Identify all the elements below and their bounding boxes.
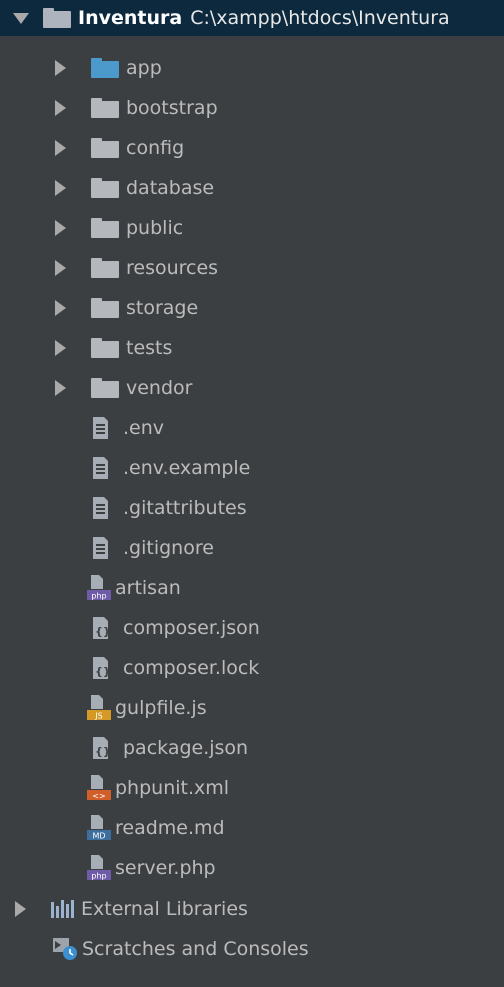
project-name: Inventura	[78, 7, 183, 29]
tree-item-label: vendor	[126, 377, 193, 399]
php-file-icon: php	[87, 855, 111, 881]
expand-arrow-icon[interactable]	[55, 140, 66, 156]
tree-item-label: public	[126, 217, 184, 239]
folder-blue-icon	[91, 58, 119, 78]
folder-icon	[43, 8, 71, 28]
tree-item-label: server.php	[115, 857, 216, 879]
folder-icon	[91, 258, 119, 278]
tree-item-scratches-and-consoles[interactable]: Scratches and Consoles	[0, 929, 504, 969]
tree-item-composer-json[interactable]: {} composer.json	[0, 608, 504, 648]
tree-item-label: resources	[126, 257, 219, 279]
tree-item-label: .gitignore	[123, 537, 214, 559]
tree-item-label: composer.json	[123, 617, 260, 639]
md-file-icon: MD	[87, 815, 111, 841]
project-tree: Inventura C:\xampp\htdocs\Inventura app b…	[0, 0, 504, 987]
expand-arrow-icon[interactable]	[55, 60, 66, 76]
libraries-icon	[51, 900, 74, 918]
expand-arrow-icon[interactable]	[13, 12, 29, 24]
tree-item-dot-gitignore[interactable]: .gitignore	[0, 528, 504, 568]
tree-item-label: package.json	[123, 737, 249, 759]
tree-item-label: artisan	[115, 577, 181, 599]
expand-arrow-icon[interactable]	[55, 220, 66, 236]
tree-root-inventura[interactable]: Inventura C:\xampp\htdocs\Inventura	[0, 0, 504, 36]
tree-item-label: app	[126, 57, 162, 79]
text-file-icon	[91, 415, 111, 441]
xml-file-icon: <>	[87, 775, 111, 801]
expand-arrow-icon[interactable]	[55, 300, 66, 316]
tree-item-label: gulpfile.js	[115, 697, 207, 719]
svg-text:MD: MD	[92, 832, 105, 841]
tree-item-label: tests	[126, 337, 173, 359]
svg-text:<>: <>	[92, 792, 105, 801]
tree-item-label: .env	[123, 417, 165, 439]
tree-item-vendor[interactable]: vendor	[0, 368, 504, 408]
tree-item-storage[interactable]: storage	[0, 288, 504, 328]
tree-item-public[interactable]: public	[0, 208, 504, 248]
php-file-icon: php	[87, 575, 111, 601]
tree-item-external-libraries[interactable]: External Libraries	[0, 889, 504, 929]
svg-text:{}: {}	[95, 625, 111, 638]
folder-icon	[91, 298, 119, 318]
tree-item-bootstrap[interactable]: bootstrap	[0, 88, 504, 128]
tree-item-label: Scratches and Consoles	[82, 938, 309, 960]
json-file-icon: {}	[91, 735, 111, 761]
expand-arrow-icon[interactable]	[55, 180, 66, 196]
expand-arrow-icon[interactable]	[55, 380, 66, 396]
expand-arrow-icon[interactable]	[55, 340, 66, 356]
js-file-icon: JS	[87, 695, 111, 721]
folder-icon	[91, 378, 119, 398]
tree-item-dot-env[interactable]: .env	[0, 408, 504, 448]
tree-item-label: phpunit.xml	[115, 777, 230, 799]
tree-item-artisan[interactable]: php artisan	[0, 568, 504, 608]
json-file-icon: {}	[91, 655, 111, 681]
tree-item-dot-gitattributes[interactable]: .gitattributes	[0, 488, 504, 528]
tree-item-package-json[interactable]: {} package.json	[0, 728, 504, 768]
tree-item-gulpfile-js[interactable]: JS gulpfile.js	[0, 688, 504, 728]
tree-item-readme-md[interactable]: MD readme.md	[0, 808, 504, 848]
tree-item-label: database	[126, 177, 215, 199]
tree-item-label: .gitattributes	[123, 497, 247, 519]
folder-icon	[91, 218, 119, 238]
folder-icon	[91, 98, 119, 118]
folder-icon	[91, 338, 119, 358]
expand-arrow-icon[interactable]	[55, 260, 66, 276]
tree-item-config[interactable]: config	[0, 128, 504, 168]
tree-item-app[interactable]: app	[0, 48, 504, 88]
tree-item-composer-lock[interactable]: {} composer.lock	[0, 648, 504, 688]
tree-item-server-php[interactable]: php server.php	[0, 848, 504, 888]
tree-item-label: .env.example	[123, 457, 251, 479]
tree-item-database[interactable]: database	[0, 168, 504, 208]
expand-arrow-icon[interactable]	[55, 100, 66, 116]
tree-item-label: config	[126, 137, 185, 159]
folder-icon	[91, 178, 119, 198]
svg-text:php: php	[91, 872, 106, 881]
json-file-icon: {}	[91, 615, 111, 641]
tree-item-label: storage	[126, 297, 199, 319]
svg-text:{}: {}	[95, 665, 111, 678]
tree-item-label: readme.md	[115, 817, 225, 839]
tree-item-label: composer.lock	[123, 657, 260, 679]
tree-item-phpunit-xml[interactable]: <> phpunit.xml	[0, 768, 504, 808]
text-file-icon	[91, 535, 111, 561]
tree-item-label: bootstrap	[126, 97, 218, 119]
tree-item-label: External Libraries	[81, 898, 248, 920]
tree-item-dot-env-example[interactable]: .env.example	[0, 448, 504, 488]
project-path: C:\xampp\htdocs\Inventura	[190, 7, 450, 29]
folder-icon	[91, 138, 119, 158]
scratches-icon	[52, 937, 78, 961]
text-file-icon	[91, 495, 111, 521]
tree-item-resources[interactable]: resources	[0, 248, 504, 288]
text-file-icon	[91, 455, 111, 481]
svg-text:{}: {}	[95, 745, 111, 758]
expand-arrow-icon[interactable]	[15, 901, 26, 917]
svg-text:php: php	[91, 592, 106, 601]
tree-item-tests[interactable]: tests	[0, 328, 504, 368]
svg-text:JS: JS	[94, 712, 102, 721]
